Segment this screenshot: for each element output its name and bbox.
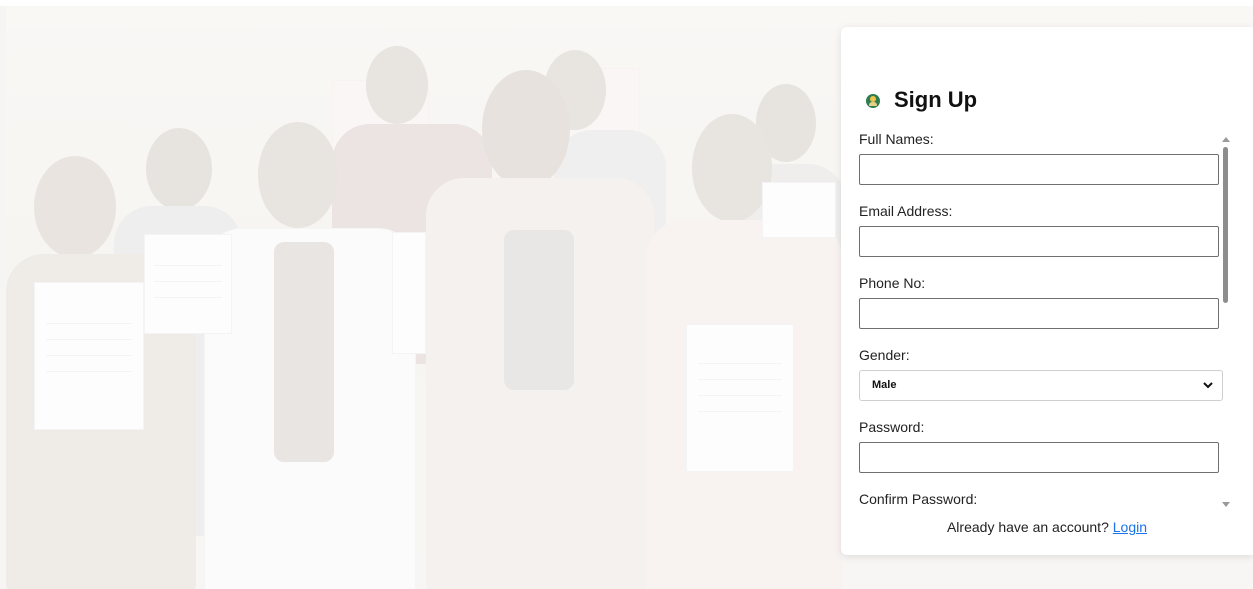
gender-select-value: Male (872, 379, 897, 391)
signup-card: Sign Up Full Names: Email Address: Phone… (841, 27, 1253, 555)
confirm-password-label: Confirm Password: (859, 491, 978, 507)
login-prompt-text: Already have an account? (946, 519, 1109, 535)
gender-select[interactable]: Male (859, 370, 1223, 401)
gender-label: Gender: (859, 347, 910, 363)
chevron-down-icon (1203, 382, 1213, 389)
signup-form[interactable]: Full Names: Email Address: Phone No: Gen… (859, 130, 1223, 526)
scrollbar-thumb[interactable] (1223, 147, 1228, 303)
password-label: Password: (859, 419, 925, 435)
page-title: Sign Up (894, 87, 978, 112)
phone-label: Phone No: (859, 275, 926, 291)
password-field[interactable] (859, 442, 1219, 473)
scroll-up-arrow-icon[interactable] (1222, 137, 1230, 142)
email-label: Email Address: (859, 203, 953, 219)
signup-header: Sign Up (866, 87, 978, 113)
user-avatar-icon (866, 94, 880, 108)
full-names-label: Full Names: (859, 131, 934, 147)
login-prompt: Already have an account? Login (841, 519, 1253, 535)
form-scrollbar[interactable] (1221, 137, 1231, 507)
scroll-down-arrow-icon[interactable] (1222, 502, 1230, 507)
login-link[interactable]: Login (1113, 519, 1147, 535)
full-names-input[interactable] (859, 154, 1219, 185)
email-field[interactable] (859, 226, 1219, 257)
phone-field[interactable] (859, 298, 1219, 329)
